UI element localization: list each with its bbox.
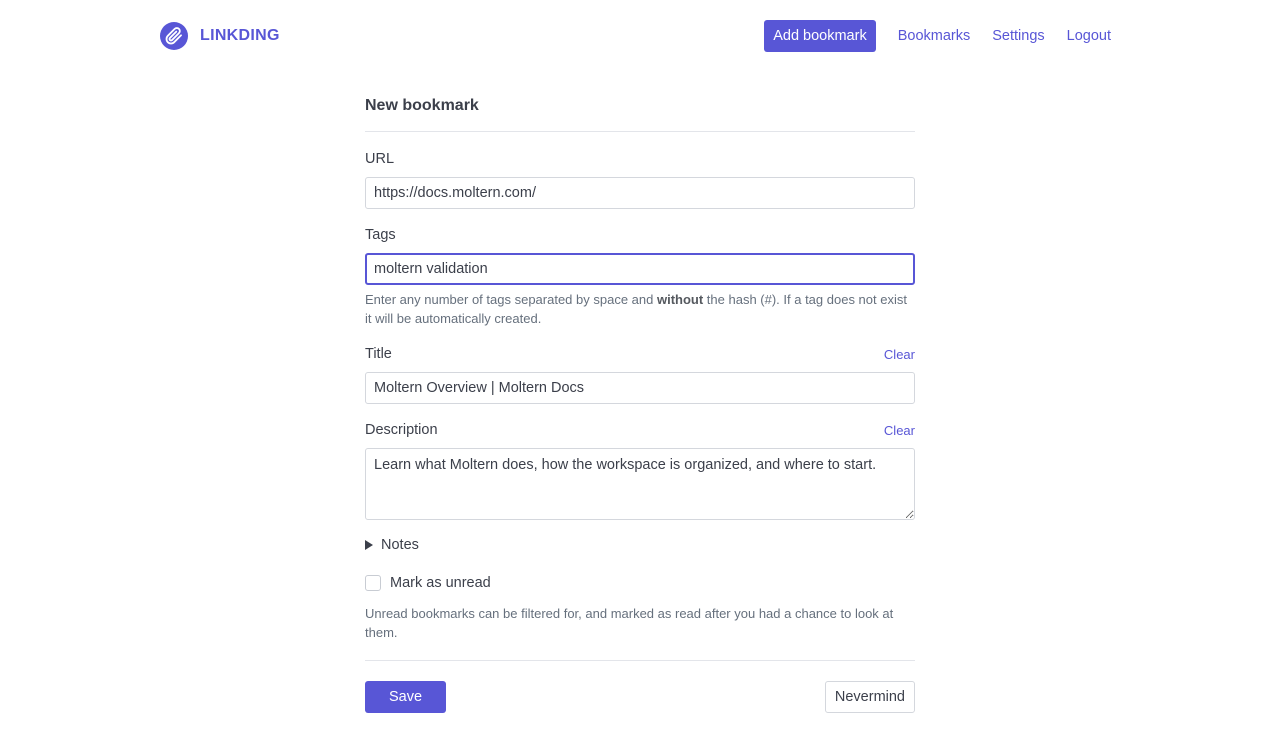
url-label: URL: [365, 151, 395, 167]
nav-bookmarks-link[interactable]: Bookmarks: [898, 28, 971, 44]
triangle-right-icon: [365, 540, 373, 550]
brand-link[interactable]: LINKDING: [160, 22, 280, 50]
notes-group: Notes: [365, 537, 915, 553]
unread-checkbox-row[interactable]: Mark as unread: [365, 575, 915, 591]
unread-group: Mark as unread Unread bookmarks can be f…: [365, 575, 915, 642]
description-label: Description: [365, 422, 438, 438]
brand-name: LINKDING: [200, 27, 280, 44]
tags-help-text: Enter any number of tags separated by sp…: [365, 290, 915, 328]
nav-settings-link[interactable]: Settings: [992, 28, 1044, 44]
main-nav: Add bookmark Bookmarks Settings Logout: [764, 20, 1111, 52]
nav-logout-link[interactable]: Logout: [1067, 28, 1111, 44]
form-actions: Save Nevermind: [365, 681, 915, 713]
unread-help-text: Unread bookmarks can be filtered for, an…: [365, 606, 894, 640]
title-clear-link[interactable]: Clear: [884, 347, 915, 362]
tags-field-group: Tags Enter any number of tags separated …: [365, 225, 915, 328]
unread-checkbox[interactable]: [365, 575, 381, 591]
description-field-group: Description Clear Learn what Moltern doe…: [365, 420, 915, 520]
page-title: New bookmark: [365, 97, 479, 114]
tags-help-bold: without: [656, 292, 704, 307]
tags-input[interactable]: [365, 253, 915, 285]
notes-toggle[interactable]: Notes: [365, 537, 915, 553]
notes-label: Notes: [381, 537, 419, 553]
tags-label: Tags: [365, 227, 396, 243]
paperclip-icon: [160, 22, 188, 50]
title-input[interactable]: [365, 372, 915, 404]
title-label: Title: [365, 346, 392, 362]
top-navbar: LINKDING Add bookmark Bookmarks Settings…: [160, 20, 1111, 52]
url-field-group: URL: [365, 149, 915, 209]
title-divider: [365, 131, 915, 132]
add-bookmark-button[interactable]: Add bookmark: [764, 20, 876, 52]
url-input[interactable]: [365, 177, 915, 209]
description-clear-link[interactable]: Clear: [884, 423, 915, 438]
unread-label: Mark as unread: [390, 575, 491, 591]
description-textarea[interactable]: Learn what Moltern does, how the workspa…: [365, 448, 915, 520]
nevermind-button[interactable]: Nevermind: [824, 681, 915, 713]
new-bookmark-form: New bookmark URL Tags Enter any number o…: [365, 88, 915, 713]
tags-help-before: Enter any number of tags separated by sp…: [365, 292, 657, 307]
title-field-group: Title Clear: [365, 344, 915, 404]
actions-divider: [365, 660, 915, 661]
save-button[interactable]: Save: [365, 681, 446, 713]
